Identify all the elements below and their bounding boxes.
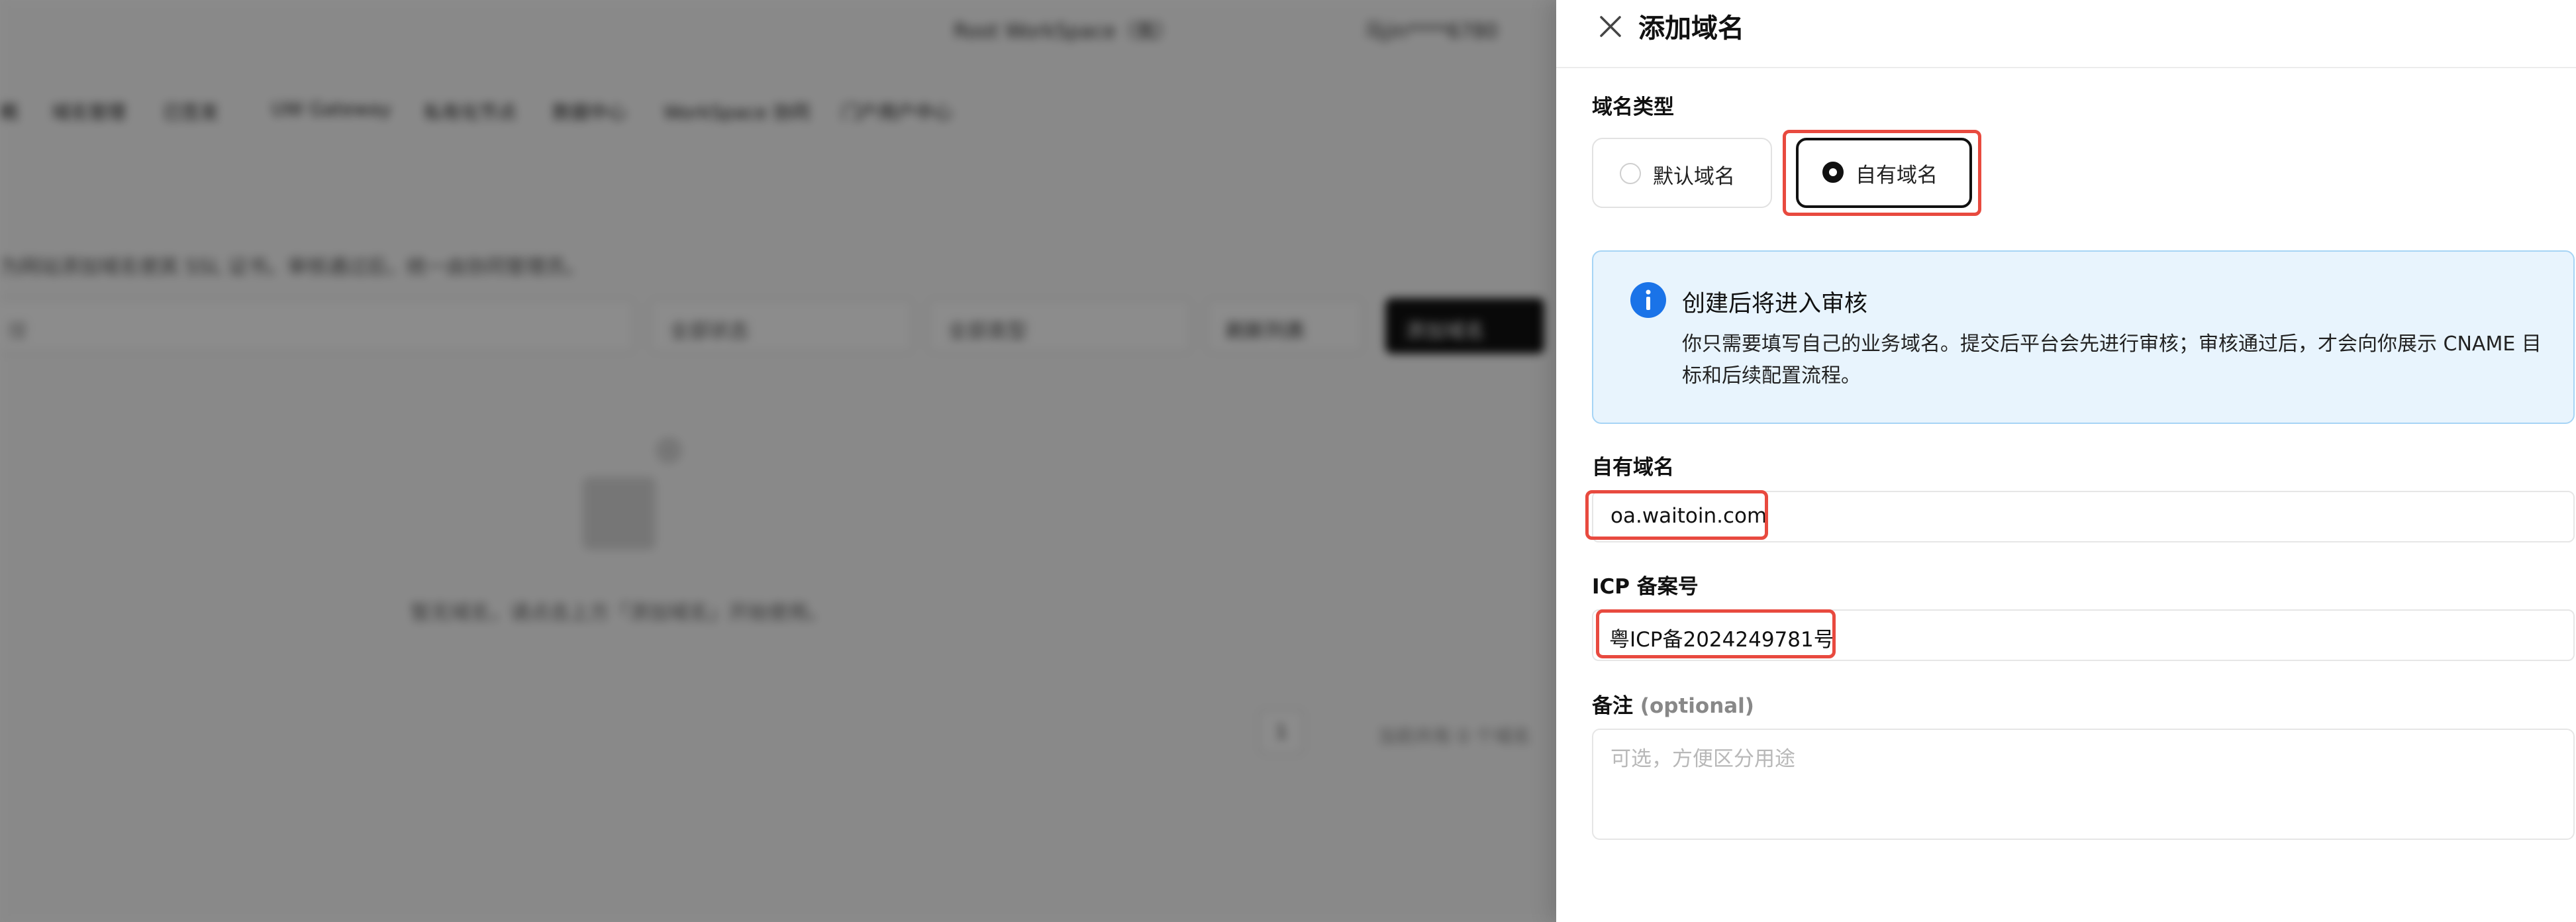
domain-type-label: 域名类型 [1592, 95, 1674, 119]
close-icon[interactable] [1596, 12, 1625, 41]
drawer-title: 添加域名 [1638, 13, 1744, 44]
remark-placeholder: 可选，方便区分用途 [1610, 747, 1795, 771]
info-body: 你只需要填写自己的业务域名。提交后平台会先进行审核；审核通过后，才会向你展示 C… [1682, 333, 2542, 387]
radio-default-domain[interactable]: 默认域名 [1592, 138, 1772, 208]
remark-optional-tag: (optional) [1640, 694, 1754, 718]
radio-own-domain[interactable]: 自有域名 [1796, 138, 1972, 208]
modal-overlay[interactable] [0, 0, 1556, 922]
info-title: 创建后将进入审核 [1682, 291, 1868, 317]
info-icon [1630, 282, 1666, 318]
radio-default-label: 默认域名 [1653, 165, 1735, 189]
icp-label: ICP 备案号 [1592, 575, 1699, 599]
remark-label-text: 备注 [1592, 694, 1633, 718]
radio-own-label: 自有域名 [1856, 164, 1938, 187]
highlight-icp-value [1596, 609, 1836, 658]
drawer-header: 添加域名 [1556, 0, 2576, 68]
remark-label: 备注 (optional) [1592, 689, 1754, 719]
remark-textarea[interactable]: 可选，方便区分用途 [1592, 729, 2575, 840]
add-domain-drawer: 添加域名 域名类型 默认域名 自有域名 创建后将进入审核 你只需要填写自己的业务… [1556, 0, 2576, 922]
review-info-alert: 创建后将进入审核 你只需要填写自己的业务域名。提交后平台会先进行审核；审核通过后… [1592, 250, 2575, 424]
radio-checked-icon [1822, 162, 1844, 183]
radio-unchecked-icon [1620, 163, 1641, 184]
own-domain-label: 自有域名 [1592, 456, 1674, 480]
highlight-own-domain-value [1585, 490, 1768, 540]
